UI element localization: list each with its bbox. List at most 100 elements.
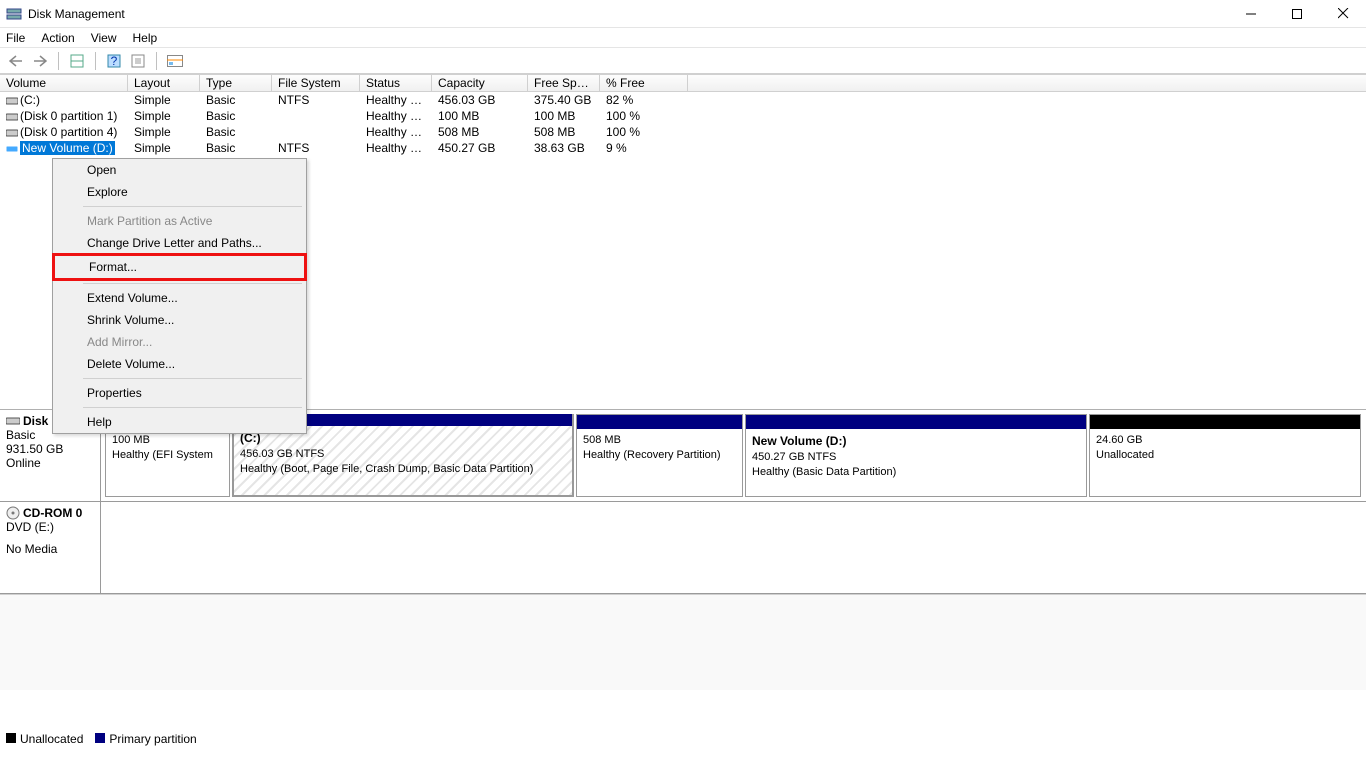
context-menu-item[interactable]: Change Drive Letter and Paths... [53,232,306,254]
column-header-layout[interactable]: Layout [128,75,200,91]
partition-body: 508 MBHealthy (Recovery Partition) [577,429,742,496]
column-header-volume[interactable]: Volume [0,75,128,91]
table-cell-pct: 100 % [600,125,688,139]
menu-view[interactable]: View [91,31,117,45]
cdrom-row: CD-ROM 0 DVD (E:) No Media [0,502,1366,594]
tb-settings-icon[interactable] [128,51,148,71]
disk-icon [6,416,20,426]
column-header-free[interactable]: Free Spa... [528,75,600,91]
legend-primary-swatch [95,733,105,743]
table-cell-layout: Simple [128,109,200,123]
partition-body: New Volume (D:)450.27 GB NTFSHealthy (Ba… [746,429,1086,496]
column-header-type[interactable]: Type [200,75,272,91]
cdrom-icon [6,506,20,520]
partition-body: 100 MBHealthy (EFI System [106,429,229,496]
context-menu-item[interactable]: Extend Volume... [53,287,306,309]
tb-layout-icon[interactable] [165,51,185,71]
table-row[interactable]: New Volume (D:)SimpleBasicNTFSHealthy (B… [0,140,1366,156]
table-cell-pct: 9 % [600,141,688,155]
context-menu: OpenExplore Mark Partition as ActiveChang… [52,158,307,434]
table-row[interactable]: (Disk 0 partition 1)SimpleBasic Healthy (… [0,108,1366,124]
table-cell-layout: Simple [128,93,200,107]
table-cell-type: Basic [200,109,272,123]
partition-header [746,415,1086,429]
close-button[interactable] [1320,0,1366,28]
legend: Unallocated Primary partition [6,732,197,746]
context-menu-item[interactable]: Properties [53,382,306,404]
partition-body: (C:)456.03 GB NTFSHealthy (Boot, Page Fi… [234,426,572,495]
table-cell-volume: (C:) [0,93,128,107]
cdrom-label[interactable]: CD-ROM 0 DVD (E:) No Media [0,502,101,593]
cdrom-line2: No Media [6,542,94,556]
cdrom-name: CD-ROM 0 [23,506,82,520]
context-menu-item[interactable]: Format... [52,253,307,281]
minimize-button[interactable] [1228,0,1274,28]
table-cell-layout: Simple [128,141,200,155]
context-menu-item: Mark Partition as Active [53,210,306,232]
context-menu-item[interactable]: Delete Volume... [53,353,306,375]
column-header-status[interactable]: Status [360,75,432,91]
context-menu-separator [83,407,302,408]
table-cell-free: 38.63 GB [528,141,600,155]
table-cell-pct: 100 % [600,109,688,123]
table-cell-fs: NTFS [272,93,360,107]
table-cell-free: 375.40 GB [528,93,600,107]
volume-table-header: VolumeLayoutTypeFile SystemStatusCapacit… [0,74,1366,92]
column-header-capacity[interactable]: Capacity [432,75,528,91]
legend-unallocated-swatch [6,733,16,743]
table-cell-volume: New Volume (D:) [0,141,128,155]
disk-0-state: Online [6,456,94,470]
table-row[interactable]: (Disk 0 partition 4)SimpleBasicHealthy (… [0,124,1366,140]
table-cell-capacity: 456.03 GB [432,93,528,107]
table-cell-status: Healthy (R... [360,125,432,139]
table-cell-type: Basic [200,125,272,139]
titlebar: Disk Management [0,0,1366,28]
legend-primary-label: Primary partition [109,732,196,746]
context-menu-separator [83,206,302,207]
table-cell-capacity: 508 MB [432,125,528,139]
partition-box[interactable]: New Volume (D:)450.27 GB NTFSHealthy (Ba… [745,414,1087,497]
toolbar: ? [0,48,1366,74]
maximize-button[interactable] [1274,0,1320,28]
forward-button[interactable] [30,51,50,71]
context-menu-item[interactable]: Shrink Volume... [53,309,306,331]
empty-graphical-space [0,594,1366,690]
back-button[interactable] [6,51,26,71]
table-cell-free: 100 MB [528,109,600,123]
menu-file[interactable]: File [6,31,25,45]
window-title: Disk Management [28,7,1228,21]
tb-help-icon[interactable]: ? [104,51,124,71]
partition-header [1090,415,1360,429]
table-cell-layout: Simple [128,125,200,139]
table-cell-status: Healthy (E... [360,109,432,123]
disk-0-size: 931.50 GB [6,442,94,456]
menubar: File Action View Help [0,28,1366,48]
table-cell-free: 508 MB [528,125,600,139]
partition-box[interactable]: 508 MBHealthy (Recovery Partition) [576,414,743,497]
context-menu-item: Add Mirror... [53,331,306,353]
table-row[interactable]: (C:)SimpleBasicNTFSHealthy (B...456.03 G… [0,92,1366,108]
context-menu-item[interactable]: Open [53,159,306,181]
menu-action[interactable]: Action [41,31,74,45]
table-cell-status: Healthy (B... [360,141,432,155]
cdrom-line1: DVD (E:) [6,520,94,534]
column-header-fs[interactable]: File System [272,75,360,91]
table-cell-volume: (Disk 0 partition 1) [0,109,128,123]
table-cell-fs: NTFS [272,141,360,155]
cdrom-partitions [101,502,1366,593]
menu-help[interactable]: Help [133,31,158,45]
tb-view-icon[interactable] [67,51,87,71]
table-cell-type: Basic [200,93,272,107]
table-cell-capacity: 100 MB [432,109,528,123]
column-header-pct[interactable]: % Free [600,75,688,91]
svg-text:?: ? [111,54,118,68]
context-menu-item[interactable]: Help [53,411,306,433]
context-menu-separator [83,283,302,284]
graphical-pane: Disk 0 Basic 931.50 GB Online 100 MBHeal… [0,409,1366,690]
partition-body: 24.60 GBUnallocated [1090,429,1360,496]
partition-box[interactable]: 24.60 GBUnallocated [1089,414,1361,497]
app-icon [6,6,22,22]
context-menu-item[interactable]: Explore [53,181,306,203]
legend-unallocated-label: Unallocated [20,732,83,746]
table-cell-capacity: 450.27 GB [432,141,528,155]
